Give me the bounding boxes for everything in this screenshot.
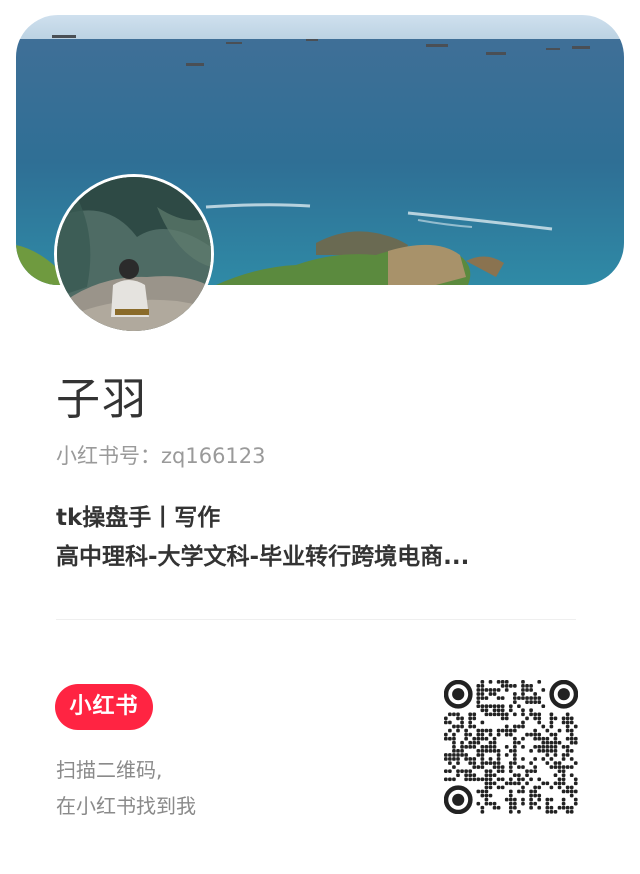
bio-line-2: 高中理科-大学文科-毕业转行跨境电商... xyxy=(56,544,470,570)
avatar xyxy=(54,174,214,334)
red-id: 小红书号：zq166123 xyxy=(56,444,266,468)
xiaohongshu-logo: 小红书 xyxy=(55,684,153,730)
qr-code xyxy=(444,680,578,814)
divider xyxy=(56,619,576,620)
scan-hint: 扫描二维码, 在小红书找到我 xyxy=(56,752,196,824)
scan-hint-line-2: 在小红书找到我 xyxy=(56,794,196,818)
bio-line-1: tk操盘手丨写作 xyxy=(56,505,221,531)
scan-hint-line-1: 扫描二维码, xyxy=(56,758,163,782)
profile-share-card: 子羽 小红书号：zq166123 tk操盘手丨写作 高中理科-大学文科-毕业转行… xyxy=(0,0,640,874)
profile-name: 子羽 xyxy=(56,374,148,425)
